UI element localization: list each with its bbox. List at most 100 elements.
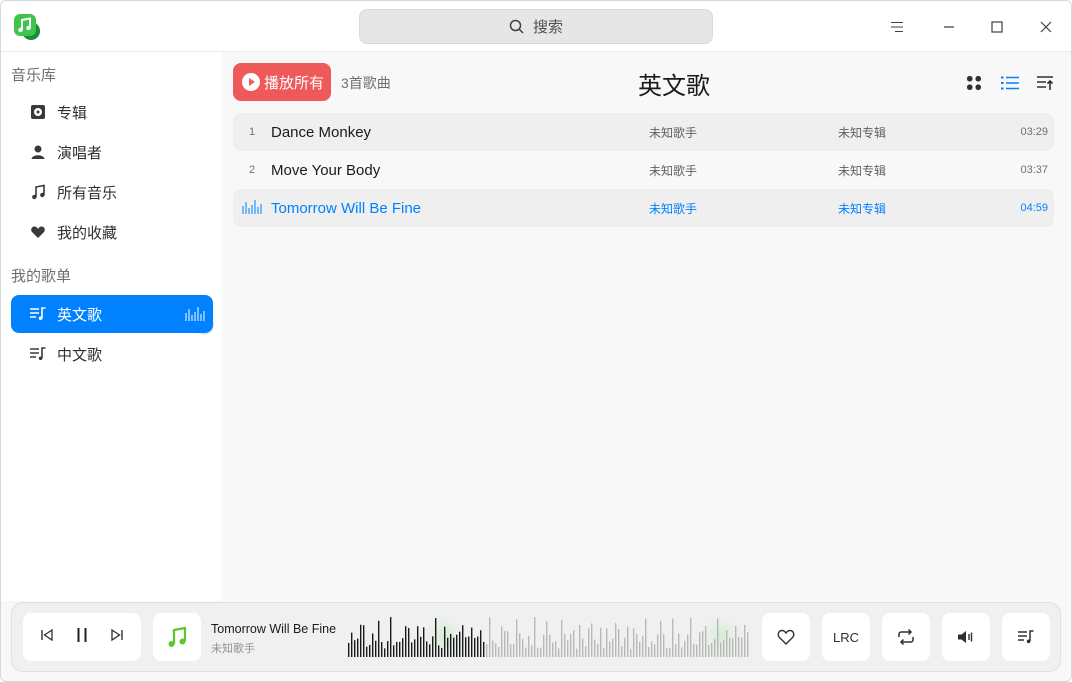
- waveform-bar: [633, 628, 635, 657]
- waveform-bar: [486, 644, 488, 657]
- lyrics-button[interactable]: LRC: [822, 613, 870, 661]
- waveform-bar: [684, 640, 686, 657]
- person-icon: [29, 143, 47, 161]
- waveform-bar: [489, 617, 491, 657]
- song-count: 3首歌曲: [341, 75, 391, 91]
- waveform-bar: [408, 627, 410, 657]
- track-artist[interactable]: 未知歌手: [649, 124, 838, 141]
- sidebar-item-label: 演唱者: [57, 144, 103, 162]
- music-app-window: 搜索 音乐库 专辑 演唱者 所有音乐 我的收藏 我的歌单 英文歌 中文歌 播放所…: [0, 0, 1072, 682]
- waveform-bar: [414, 639, 416, 657]
- table-row[interactable]: 2 Move Your Body 未知歌手 未知专辑 03:37: [233, 151, 1054, 189]
- waveform-bar: [543, 635, 545, 657]
- waveform-progress[interactable]: [346, 613, 752, 661]
- waveform-bar: [690, 617, 692, 657]
- waveform-bar: [663, 634, 665, 657]
- waveform-bar: [474, 637, 476, 657]
- sidebar-item-artists[interactable]: 演唱者: [11, 133, 213, 171]
- track-album[interactable]: 未知专辑: [838, 124, 988, 141]
- waveform-bar: [669, 647, 671, 657]
- playlist-queue-button[interactable]: [1002, 613, 1050, 661]
- waveform-bar: [399, 641, 401, 657]
- waveform-bar: [639, 641, 641, 657]
- waveform-bar: [651, 641, 653, 657]
- waveform-bar: [519, 633, 521, 657]
- waveform-bar: [507, 631, 509, 657]
- waveform-bar: [420, 636, 422, 657]
- sidebar-item-favorites[interactable]: 我的收藏: [11, 213, 213, 251]
- waveform-bar: [366, 646, 368, 657]
- waveform-bar: [372, 633, 374, 657]
- maximize-button[interactable]: [981, 11, 1013, 43]
- now-playing-title: Tomorrow Will Be Fine: [211, 622, 337, 636]
- waveform-bar: [699, 632, 701, 657]
- waveform-bar: [453, 637, 455, 657]
- minimize-button[interactable]: [933, 11, 965, 43]
- waveform-bar: [549, 634, 551, 657]
- waveform-bar: [480, 630, 482, 657]
- waveform-bar: [438, 645, 440, 657]
- next-button[interactable]: [110, 628, 124, 647]
- waveform-bar: [591, 623, 593, 657]
- play-all-label: 播放所有: [264, 74, 325, 92]
- grid-view-button[interactable]: [963, 72, 985, 94]
- waveform-bar: [531, 645, 533, 657]
- waveform-bar: [498, 647, 500, 657]
- volume-button[interactable]: [942, 613, 990, 661]
- play-all-button[interactable]: 播放所有: [233, 63, 331, 101]
- sidebar-item-label: 英文歌: [57, 306, 103, 324]
- waveform-bar: [456, 634, 458, 657]
- main-content: 播放所有 3首歌曲 英文歌 1 Dance Monkey 未知歌手 未知专辑 0…: [222, 52, 1071, 601]
- pause-button[interactable]: [75, 627, 89, 648]
- sidebar-item-albums[interactable]: 专辑: [11, 93, 213, 131]
- sidebar-item-playlist-chinese[interactable]: 中文歌: [11, 335, 213, 373]
- track-artist[interactable]: 未知歌手: [649, 162, 838, 179]
- waveform-bar: [384, 648, 386, 657]
- waveform-bar: [714, 639, 716, 657]
- grid-view-icon: [967, 76, 981, 90]
- next-icon: [111, 628, 124, 641]
- waveform-bar: [468, 636, 470, 657]
- waveform-bar: [606, 628, 608, 657]
- sidebar-item-playlist-english[interactable]: 英文歌: [11, 295, 213, 333]
- track-album[interactable]: 未知专辑: [838, 162, 988, 179]
- waveform-bar: [504, 630, 506, 657]
- waveform-bar: [522, 638, 524, 657]
- pause-icon: [77, 627, 87, 642]
- search-input[interactable]: 搜索: [359, 9, 713, 44]
- waveform-bar: [648, 647, 650, 657]
- table-row[interactable]: 1 Dance Monkey 未知歌手 未知专辑 03:29: [233, 113, 1054, 151]
- waveform-bar: [417, 626, 419, 657]
- waveform-bar: [747, 632, 749, 657]
- sort-button[interactable]: [1035, 72, 1057, 94]
- track-album[interactable]: 未知专辑: [838, 200, 988, 217]
- waveform-bar: [561, 619, 563, 657]
- menu-button[interactable]: [881, 11, 913, 43]
- playlist-icon: [29, 345, 47, 363]
- minimize-icon: [944, 26, 954, 28]
- table-row[interactable]: Tomorrow Will Be Fine 未知歌手 未知专辑 04:59: [233, 189, 1054, 227]
- cover-art[interactable]: [153, 613, 201, 661]
- waveform-bar: [552, 642, 554, 657]
- sidebar-item-label: 专辑: [57, 104, 88, 122]
- waveform-bar: [441, 647, 443, 657]
- waveform-bar: [450, 633, 452, 657]
- waveform-bar: [435, 618, 437, 657]
- sidebar-item-all-music[interactable]: 所有音乐: [11, 173, 213, 211]
- track-artist[interactable]: 未知歌手: [649, 200, 838, 217]
- waveform-bar: [381, 642, 383, 657]
- list-view-button[interactable]: [999, 72, 1021, 94]
- close-button[interactable]: [1030, 11, 1062, 43]
- sidebar: 音乐库 专辑 演唱者 所有音乐 我的收藏 我的歌单 英文歌 中文歌: [1, 52, 222, 601]
- waveform-bar: [687, 634, 689, 657]
- close-icon: [1040, 21, 1052, 33]
- repeat-button[interactable]: [882, 613, 930, 661]
- track-title: Move Your Body: [271, 161, 381, 179]
- waveform-bar: [705, 626, 707, 657]
- favorite-button[interactable]: [762, 613, 810, 661]
- playback-controls: [23, 613, 141, 661]
- waveform-bar: [576, 648, 578, 657]
- waveform-bar: [732, 638, 734, 657]
- previous-button[interactable]: [40, 628, 54, 647]
- waveform-bar: [393, 645, 395, 657]
